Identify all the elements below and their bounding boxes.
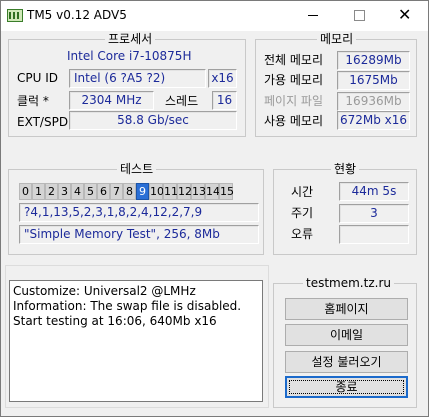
memory-group-title: 메모리 [317, 32, 357, 46]
available-memory-field: 1675Mb [337, 71, 410, 90]
focus-rect [289, 380, 404, 394]
site-link-label: testmem.tz.ru [303, 276, 394, 290]
test-config-field: "Simple Memory Test", 256, 8Mb [19, 225, 259, 244]
log-line: Start testing at 16:06, 640Mb x16 [13, 314, 217, 328]
test-cell-12: 12 [177, 183, 192, 200]
test-cell-9: 9 [136, 183, 149, 200]
page-file-label: 페이지 파일 [264, 94, 324, 108]
test-cell-13: 13 [191, 183, 206, 200]
test-cell-11: 11 [163, 183, 178, 200]
test-cell-0: 0 [19, 183, 32, 200]
total-memory-field: 16289Mb [337, 51, 410, 70]
available-memory-label: 가용 메모리 [264, 73, 324, 87]
test-cell-15: 15 [219, 183, 234, 200]
email-button[interactable]: 이메일 [285, 324, 408, 346]
log-line: Information: The swap file is disabled. [13, 299, 242, 313]
clock-label: 클럭 * [17, 94, 49, 108]
used-memory-field: 672Mb x16 [337, 111, 410, 130]
threads-label: 스레드 [165, 94, 199, 108]
errors-label: 오류 [291, 227, 314, 241]
maximize-button[interactable] [336, 1, 382, 31]
ext-spd-label: EXT/SPD [17, 115, 69, 129]
clock-field: 2304 MHz [69, 91, 154, 110]
test-cell-6: 6 [97, 183, 110, 200]
test-sequence-field: ?4,1,13,5,2,3,1,8,2,4,12,2,7,9 [19, 203, 259, 222]
cycle-field: 3 [339, 204, 409, 223]
time-field: 44m 5s [339, 182, 409, 201]
test-cell-2: 2 [45, 183, 58, 200]
test-cell-7: 7 [110, 183, 123, 200]
test-cell-3: 3 [58, 183, 71, 200]
processor-group-title: 프로세서 [105, 32, 156, 46]
time-label: 시간 [291, 185, 314, 199]
test-progress-cells: 0 1 2 3 4 5 6 7 8 9 10 11 12 13 14 15 [19, 183, 259, 200]
cpuid-field: Intel (6 ?A5 ?2) [69, 69, 206, 88]
close-button[interactable]: ✕ [382, 1, 428, 31]
cpuid-label: CPU ID [17, 71, 58, 85]
minimize-button[interactable] [290, 1, 336, 31]
log-line: Customize: Universal2 @LMHz [13, 284, 196, 298]
exit-button[interactable]: 종료 [285, 376, 408, 398]
errors-field [339, 225, 409, 244]
test-cell-10: 10 [149, 183, 164, 200]
window-title: TM5 v0.12 ADV5 [27, 8, 127, 22]
total-memory-label: 전체 메모리 [264, 53, 324, 67]
page-file-field: 16936Mb [337, 92, 410, 111]
log-output[interactable]: Customize: Universal2 @LMHz Information:… [9, 280, 263, 402]
test-cell-1: 1 [32, 183, 45, 200]
close-icon: ✕ [398, 5, 412, 24]
cycle-label: 주기 [291, 206, 314, 220]
ext-spd-field: 58.8 Gb/sec [69, 111, 237, 130]
test-cell-4: 4 [71, 183, 84, 200]
tests-group-title: 테스트 [117, 162, 157, 176]
minimize-icon [308, 15, 318, 16]
cpu-model: Intel Core i7-10875H [67, 49, 192, 63]
load-settings-button[interactable]: 설정 불러오기 [285, 351, 408, 373]
title-bar[interactable]: TM5 v0.12 ADV5 ✕ [1, 1, 428, 31]
test-cell-14: 14 [205, 183, 220, 200]
cpuid-threads-field: x16 [208, 69, 237, 88]
threads-field: 16 [212, 91, 237, 110]
test-cell-5: 5 [84, 183, 97, 200]
homepage-button[interactable]: 홈페이지 [285, 298, 408, 320]
main-window: TM5 v0.12 ADV5 ✕ 프로세서 Intel Core i7-1087… [0, 0, 429, 417]
status-group-title: 현황 [331, 162, 360, 176]
used-memory-label: 사용 메모리 [264, 114, 324, 128]
test-cell-8: 8 [123, 183, 136, 200]
memory-chip-icon [7, 9, 23, 22]
maximize-icon [354, 10, 365, 21]
